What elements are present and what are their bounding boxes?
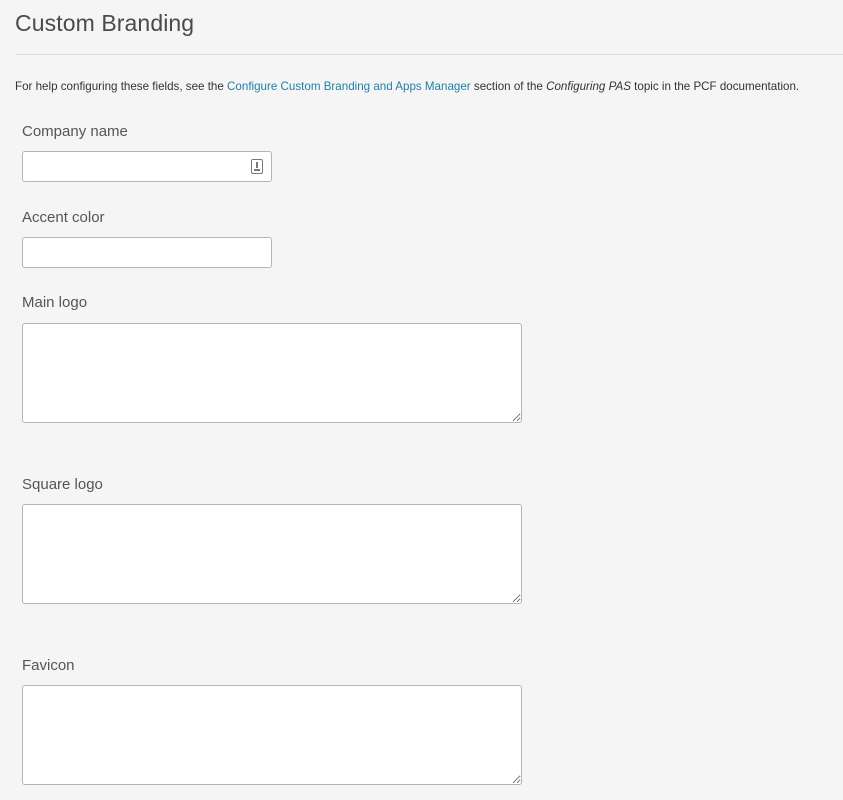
company-name-input[interactable] [22,151,272,182]
accent-color-label: Accent color [22,209,105,226]
square-logo-textarea[interactable] [22,504,522,604]
main-logo-textarea[interactable] [22,323,522,423]
favicon-label: Favicon [22,657,75,674]
square-logo-label: Square logo [22,476,103,493]
company-name-label: Company name [22,123,128,140]
help-text-middle: section of the [470,80,547,93]
help-text-topic: Configuring PAS [546,80,631,93]
help-text-suffix: topic in the PCF documentation. [630,80,800,93]
title-divider [15,54,843,55]
page-title: Custom Branding [15,10,195,36]
accent-color-input[interactable] [22,237,272,268]
favicon-textarea[interactable] [22,685,522,785]
configure-custom-branding-link[interactable]: Configure Custom Branding and Apps Manag… [227,80,471,93]
contact-card-icon[interactable] [251,159,263,174]
help-text-prefix: For help configuring these fields, see t… [15,80,228,93]
main-logo-label: Main logo [22,294,88,311]
help-text: For help configuring these fields, see t… [15,80,799,93]
